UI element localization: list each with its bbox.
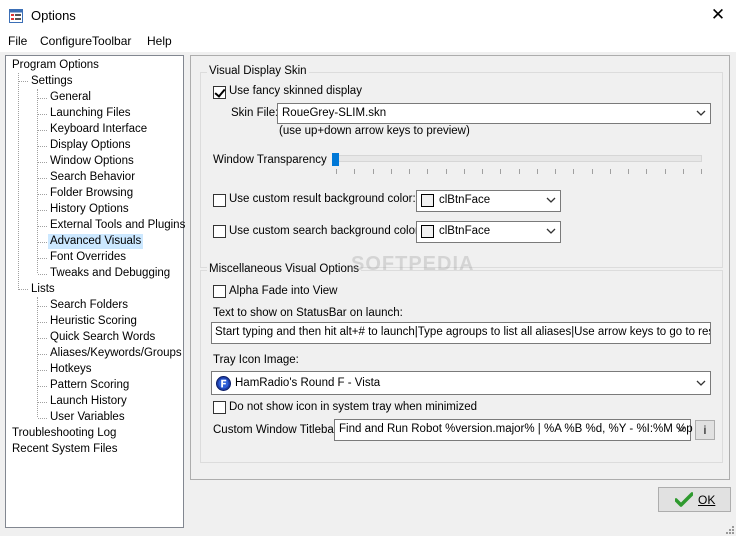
app-icon: [9, 9, 23, 23]
use-fancy-checkbox[interactable]: [213, 86, 226, 99]
tree-item-external-tools-and-plugins[interactable]: External Tools and Plugins: [50, 218, 185, 233]
alpha-fade-label: Alpha Fade into View: [229, 285, 338, 297]
tree-item-quick-search-words[interactable]: Quick Search Words: [50, 330, 155, 345]
chevron-down-icon: [676, 426, 686, 432]
custom-search-value: clBtnFace: [439, 225, 491, 237]
chevron-down-icon: [546, 197, 556, 203]
tree-item-display-options[interactable]: Display Options: [50, 138, 131, 153]
tray-icon-select[interactable]: HamRadio's Round F - Vista: [211, 371, 711, 395]
menu-configure-toolbar[interactable]: ConfigureToolbar: [40, 34, 131, 48]
custom-search-checkbox[interactable]: [213, 225, 226, 238]
transparency-slider[interactable]: [332, 153, 339, 166]
tray-icon-value: HamRadio's Round F - Vista: [235, 377, 381, 389]
tree-item-program-options[interactable]: Program Options: [12, 58, 99, 73]
custom-result-color-select[interactable]: clBtnFace: [416, 190, 561, 212]
skin-file-label: Skin File:: [231, 107, 279, 119]
options-tree[interactable]: Program Options Settings General Launchin…: [5, 55, 185, 528]
menu-file[interactable]: File: [8, 34, 27, 48]
misc-group-title: Miscellaneous Visual Options: [207, 263, 362, 275]
custom-search-label: Use custom search background color:: [229, 225, 423, 237]
alpha-fade-checkbox[interactable]: [213, 285, 226, 298]
title-bar: Options ✕: [0, 0, 736, 32]
menu-help[interactable]: Help: [147, 34, 172, 48]
skin-file-value: RoueGrey-SLIM.skn: [282, 107, 387, 119]
tree-item-hotkeys[interactable]: Hotkeys: [50, 362, 92, 377]
close-button[interactable]: ✕: [700, 0, 736, 31]
tree-item-pattern-scoring[interactable]: Pattern Scoring: [50, 378, 129, 393]
statusbar-label: Text to show on StatusBar on launch:: [213, 307, 403, 319]
skin-hint: (use up+down arrow keys to preview): [279, 125, 470, 137]
statusbar-input[interactable]: Start typing and then hit alt+# to launc…: [211, 322, 711, 344]
tree-item-tweaks-and-debugging[interactable]: Tweaks and Debugging: [50, 266, 170, 281]
no-tray-label: Do not show icon in system tray when min…: [229, 401, 477, 413]
resize-grip-icon[interactable]: [724, 524, 735, 535]
tree-item-history-options[interactable]: History Options: [50, 202, 129, 217]
checkmark-icon: [675, 492, 693, 507]
close-icon: ✕: [710, 5, 726, 24]
tree-item-settings[interactable]: Settings: [31, 74, 73, 89]
color-swatch: [421, 194, 434, 207]
tree-item-lists[interactable]: Lists: [31, 282, 55, 297]
custom-result-label: Use custom result background color:: [229, 193, 416, 205]
tree-item-troubleshooting-log[interactable]: Troubleshooting Log: [12, 426, 116, 441]
tree-item-font-overrides[interactable]: Font Overrides: [50, 250, 126, 265]
tree-item-keyboard-interface[interactable]: Keyboard Interface: [50, 122, 147, 137]
tree-item-search-behavior[interactable]: Search Behavior: [50, 170, 135, 185]
options-panel: Visual Display Skin Use fancy skinned di…: [190, 55, 730, 480]
tree-item-launch-history[interactable]: Launch History: [50, 394, 127, 409]
chevron-down-icon: [696, 110, 706, 116]
tree-item-general[interactable]: General: [50, 90, 91, 105]
ok-button[interactable]: OK: [658, 487, 731, 512]
tree-item-advanced-visuals[interactable]: Advanced Visuals: [48, 234, 144, 249]
tray-label: Tray Icon Image:: [213, 354, 299, 366]
watermark: SOFTPEDIA: [351, 253, 475, 275]
tree-item-aliases-keywords-groups[interactable]: Aliases/Keywords/Groups: [50, 346, 182, 361]
tree-item-folder-browsing[interactable]: Folder Browsing: [50, 186, 133, 201]
titlebar-info-button[interactable]: i: [695, 420, 715, 440]
visual-skin-group-title: Visual Display Skin: [207, 65, 309, 77]
titlebar-label: Custom Window Titlebar:: [213, 424, 341, 436]
transparency-label: Window Transparency: [213, 154, 327, 166]
hamradio-f-icon: [216, 376, 231, 391]
use-fancy-label: Use fancy skinned display: [229, 85, 362, 97]
titlebar-value: Find and Run Robot %version.major% | %A …: [339, 423, 693, 435]
tree-item-recent-system-files[interactable]: Recent System Files: [12, 442, 117, 457]
custom-result-checkbox[interactable]: [213, 194, 226, 207]
tree-item-user-variables[interactable]: User Variables: [50, 410, 125, 425]
no-tray-checkbox[interactable]: [213, 401, 226, 414]
window-title: Options: [31, 8, 76, 23]
tree-item-launching-files[interactable]: Launching Files: [50, 106, 131, 121]
tree-item-search-folders[interactable]: Search Folders: [50, 298, 128, 313]
chevron-down-icon: [546, 228, 556, 234]
skin-file-select[interactable]: RoueGrey-SLIM.skn: [277, 103, 711, 124]
ok-label: OK: [698, 493, 716, 507]
titlebar-select[interactable]: Find and Run Robot %version.major% | %A …: [334, 419, 693, 441]
tree-item-heuristic-scoring[interactable]: Heuristic Scoring: [50, 314, 137, 329]
tree-item-window-options[interactable]: Window Options: [50, 154, 134, 169]
custom-search-color-select[interactable]: clBtnFace: [416, 221, 561, 243]
chevron-down-icon: [696, 380, 706, 386]
transparency-track: [336, 155, 702, 162]
color-swatch: [421, 225, 434, 238]
menu-bar: File ConfigureToolbar Help: [0, 32, 736, 52]
transparency-ticks: [336, 169, 702, 175]
statusbar-value: Start typing and then hit alt+# to launc…: [215, 326, 711, 338]
custom-result-value: clBtnFace: [439, 194, 491, 206]
